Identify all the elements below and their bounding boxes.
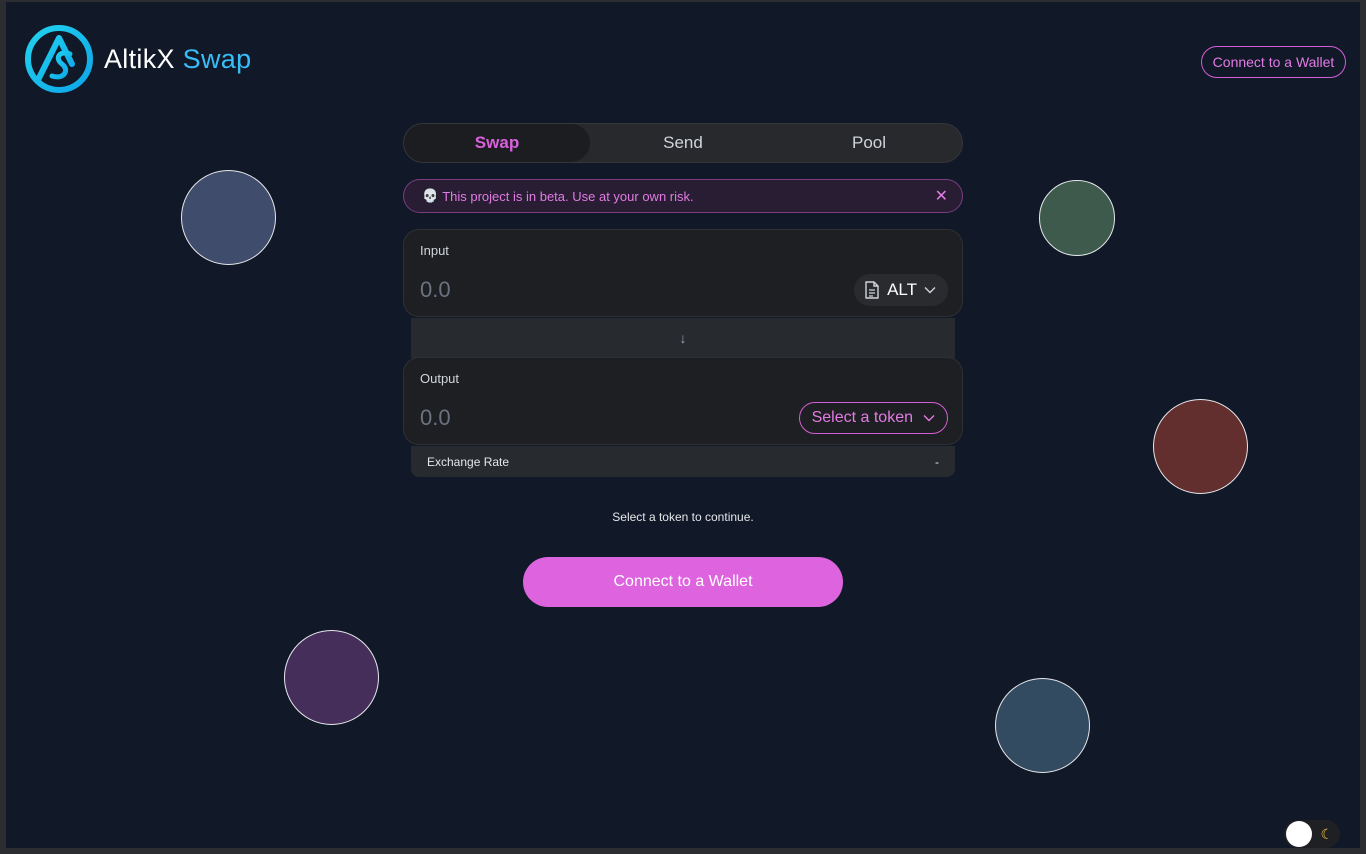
chevron-down-icon bbox=[924, 287, 936, 294]
input-token-symbol: ALT bbox=[887, 280, 917, 299]
input-token-selector[interactable]: ALT bbox=[854, 274, 948, 306]
exchange-rate-value: - bbox=[935, 454, 939, 469]
app-name: AltikX Swap bbox=[104, 44, 251, 75]
decorative-bubble bbox=[995, 678, 1090, 773]
output-card: Output 0.0 Select a token bbox=[403, 357, 963, 445]
decorative-bubble bbox=[284, 630, 379, 725]
tab-swap[interactable]: Swap bbox=[404, 124, 590, 162]
select-token-button[interactable]: Select a token bbox=[798, 402, 948, 434]
exchange-rate-row: Exchange Rate - bbox=[411, 446, 955, 477]
exchange-rate-label: Exchange Rate bbox=[427, 454, 510, 469]
select-token-label: Select a token bbox=[811, 409, 913, 426]
decorative-bubble bbox=[1039, 180, 1115, 256]
altikx-logo-icon bbox=[25, 25, 93, 93]
theme-toggle[interactable]: ☾ bbox=[1284, 820, 1340, 848]
input-card: Input 0.0 ALT bbox=[403, 229, 963, 317]
toggle-knob bbox=[1286, 821, 1312, 847]
decorative-bubble bbox=[1153, 399, 1248, 494]
moon-icon: ☾ bbox=[1320, 826, 1333, 842]
decorative-bubble bbox=[181, 170, 276, 265]
app-frame: AltikX Swap Connect to a Wallet Swap Sen… bbox=[6, 2, 1360, 848]
tab-pool[interactable]: Pool bbox=[776, 124, 962, 162]
tab-send[interactable]: Send bbox=[590, 124, 776, 162]
logo[interactable]: AltikX Swap bbox=[24, 24, 251, 94]
tab-bar: Swap Send Pool bbox=[403, 123, 963, 163]
select-token-hint: Select a token to continue. bbox=[612, 510, 754, 524]
output-amount-field[interactable]: 0.0 bbox=[420, 405, 451, 431]
header-connect-wallet-button[interactable]: Connect to a Wallet bbox=[1201, 46, 1346, 78]
skull-icon: 💀 bbox=[422, 188, 439, 203]
input-amount-field[interactable]: 0.0 bbox=[420, 277, 451, 303]
app-name-accent: Swap bbox=[182, 43, 252, 74]
chevron-down-icon bbox=[923, 415, 935, 422]
input-label: Input bbox=[420, 243, 449, 258]
output-label: Output bbox=[420, 371, 460, 386]
app-name-main: AltikX bbox=[104, 43, 175, 74]
arrow-down-icon[interactable]: ↓ bbox=[680, 330, 687, 346]
beta-warning-text: This project is in beta. Use at your own… bbox=[442, 188, 694, 204]
connect-wallet-button[interactable]: Connect to a Wallet bbox=[523, 557, 843, 607]
beta-warning-banner: 💀 This project is in beta. Use at your o… bbox=[403, 179, 963, 213]
document-icon bbox=[865, 281, 879, 299]
close-icon[interactable]: ✕ bbox=[935, 186, 948, 206]
swap-direction-strip: ↓ bbox=[411, 318, 955, 358]
